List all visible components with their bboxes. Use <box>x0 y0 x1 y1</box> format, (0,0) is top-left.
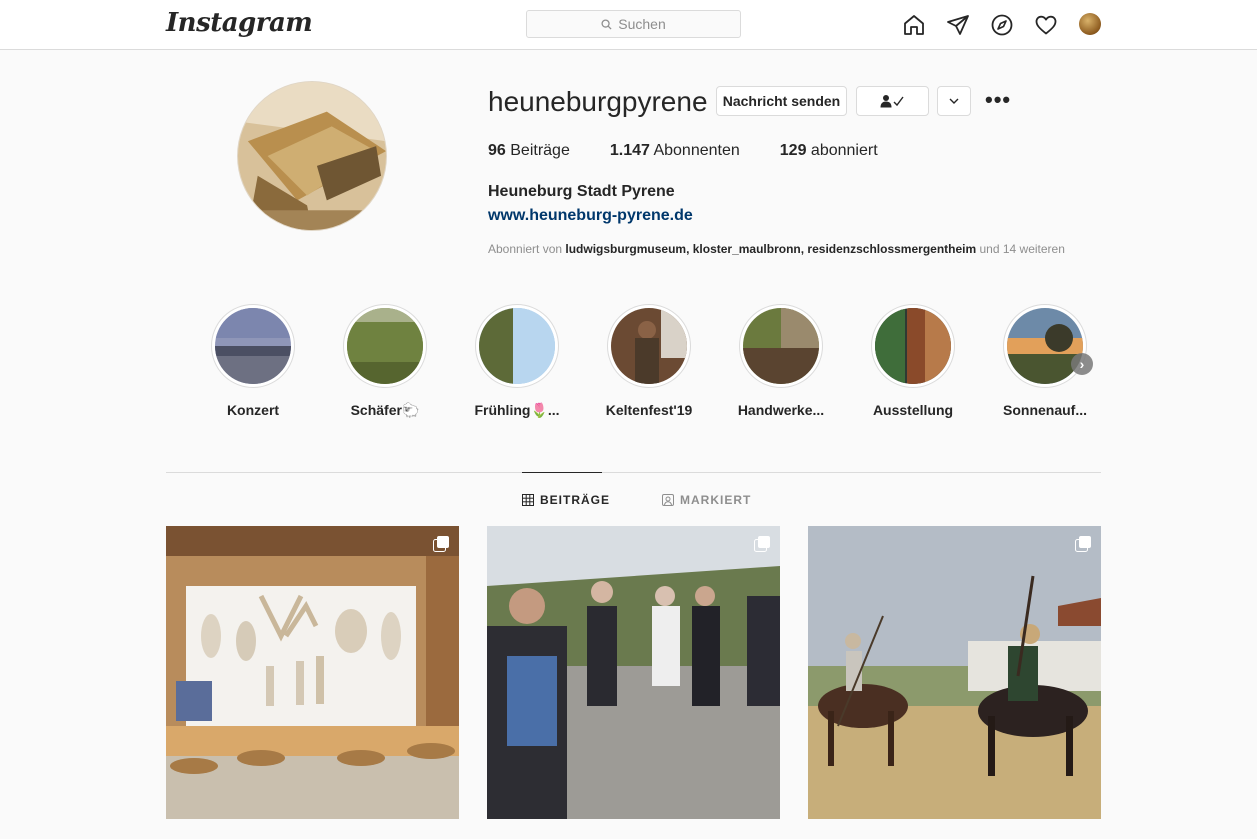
multiple-photos-icon <box>1075 536 1091 552</box>
more-options-icon[interactable]: ••• <box>985 89 1011 111</box>
tab-posts-label: BEITRÄGE <box>540 493 611 507</box>
search-placeholder: Suchen <box>618 16 666 32</box>
tab-tagged[interactable]: MARKIERT <box>662 493 751 507</box>
tabs-divider <box>166 472 1101 473</box>
post-thumbnail[interactable] <box>166 526 459 819</box>
profile-username: heuneburgpyrene <box>488 86 708 117</box>
multiple-photos-icon <box>433 536 449 552</box>
highlight-schaefer[interactable]: Schäfer🐑 <box>339 304 431 419</box>
highlight-fruehling[interactable]: Frühling🌷... <box>471 304 563 419</box>
highlight-cover <box>875 308 951 384</box>
highlight-keltenfest[interactable]: Keltenfest'19 <box>603 304 695 418</box>
highlight-label: Keltenfest'19 <box>605 402 693 418</box>
highlight-cover <box>215 308 291 384</box>
following-button[interactable] <box>856 86 929 116</box>
highlight-cover <box>479 308 555 384</box>
highlight-label: Schäfer🐑 <box>350 402 420 418</box>
suggested-accounts-dropdown[interactable] <box>937 86 971 116</box>
home-icon[interactable] <box>900 11 928 39</box>
posts-stat: 96 Beiträge <box>488 142 570 160</box>
highlight-label: Sonnenauf... <box>1003 402 1087 418</box>
multiple-photos-icon <box>754 536 770 552</box>
post-thumbnail[interactable] <box>487 526 780 819</box>
explore-icon[interactable] <box>988 11 1016 39</box>
profile-avatar[interactable] <box>1079 13 1101 35</box>
highlight-cover <box>611 308 687 384</box>
top-navigation-bar: Instagram Suchen <box>0 0 1257 50</box>
profile-website-link[interactable]: www.heuneburg-pyrene.de <box>488 207 693 225</box>
posts-count: 96 <box>488 142 506 159</box>
following-label: abonniert <box>810 142 878 159</box>
followed-by-accounts: ludwigsburgmuseum, kloster_maulbronn, re… <box>565 242 977 256</box>
highlight-cover <box>743 308 819 384</box>
search-input[interactable]: Suchen <box>526 10 741 38</box>
tagged-person-icon <box>662 494 674 506</box>
activity-heart-icon[interactable] <box>1032 11 1060 39</box>
highlight-label: Ausstellung <box>872 402 954 418</box>
profile-picture[interactable] <box>237 81 387 231</box>
story-highlights: Konzert Schäfer🐑 Frühling🌷... Keltenfest… <box>207 304 1101 424</box>
send-message-button[interactable]: Nachricht senden <box>716 86 847 116</box>
highlights-next-arrow-icon[interactable]: › <box>1071 353 1093 375</box>
highlight-label: Frühling🌷... <box>474 402 560 418</box>
highlight-cover <box>347 308 423 384</box>
followed-by-text[interactable]: Abonniert von ludwigsburgmuseum, kloster… <box>488 242 1065 256</box>
user-check-icon <box>880 95 904 108</box>
post-thumbnail[interactable] <box>808 526 1101 819</box>
highlight-konzert[interactable]: Konzert <box>207 304 299 418</box>
followers-label: Abonnenten <box>653 142 740 159</box>
tab-posts[interactable]: BEITRÄGE <box>522 493 610 507</box>
following-stat[interactable]: 129 abonniert <box>780 142 878 160</box>
highlight-ausstellung[interactable]: Ausstellung <box>867 304 959 418</box>
tab-tagged-label: MARKIERT <box>680 493 752 507</box>
search-icon <box>601 18 612 30</box>
highlight-label: Handwerke... <box>737 402 825 418</box>
instagram-logo[interactable]: Instagram <box>166 8 313 38</box>
followers-count: 1.147 <box>609 142 650 159</box>
direct-message-icon[interactable] <box>944 11 972 39</box>
followed-by-suffix: und 14 weiteren <box>976 242 1065 256</box>
following-count: 129 <box>779 142 807 159</box>
chevron-down-icon <box>949 98 959 104</box>
posts-label: Beiträge <box>510 142 570 159</box>
highlight-handwerk[interactable]: Handwerke... <box>735 304 827 418</box>
profile-full-name: Heuneburg Stadt Pyrene <box>488 183 675 200</box>
grid-icon <box>522 494 534 506</box>
followed-by-prefix: Abonniert von <box>488 242 566 256</box>
highlight-cover <box>1007 308 1083 384</box>
active-tab-indicator <box>522 472 602 473</box>
followers-stat[interactable]: 1.147 Abonnenten <box>610 142 740 160</box>
highlight-label: Konzert <box>226 402 280 418</box>
profile-stats: 96 Beiträge 1.147 Abonnenten 129 abonnie… <box>488 142 918 160</box>
